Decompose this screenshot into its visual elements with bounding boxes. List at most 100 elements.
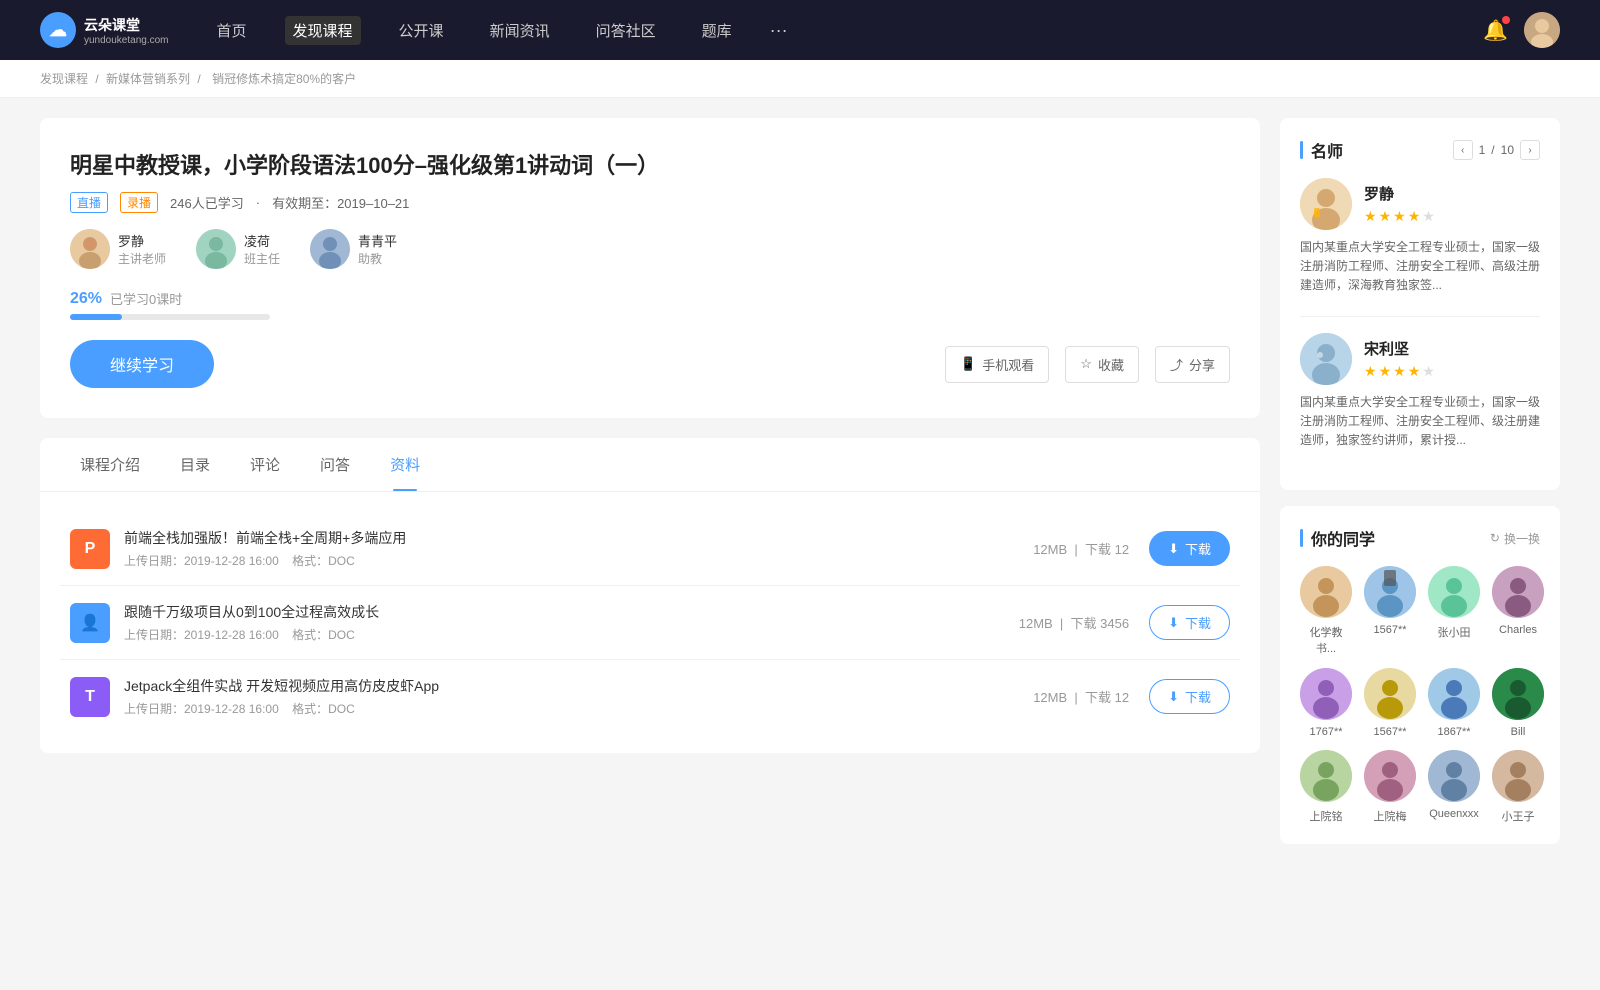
logo[interactable]: ☁ 云朵课堂 yundouketang.com <box>40 12 169 48</box>
teacher-2-info: 凌荷 班主任 <box>244 231 280 267</box>
download-button-2[interactable]: ⬇ 下载 <box>1149 605 1230 640</box>
classmate-8-avatar <box>1492 668 1544 720</box>
classmate-5[interactable]: 1767** <box>1300 668 1352 738</box>
sidebar-teacher-1-info: 罗静 ★ ★ ★ ★ ★ <box>1364 183 1435 225</box>
user-avatar[interactable] <box>1524 12 1560 48</box>
teacher-1-info: 罗静 主讲老师 <box>118 231 166 267</box>
tabs-body: P 前端全栈加强版！前端全栈+全周期+多端应用 上传日期：2019-12-28 … <box>40 492 1260 753</box>
classmates-card: 你的同学 ↻ 换一换 化学教书... <box>1280 506 1560 844</box>
classmate-4-name: Charles <box>1499 624 1537 636</box>
download-button-1[interactable]: ⬇ 下载 <box>1149 531 1230 566</box>
student-count: 246人已学习 <box>170 193 244 212</box>
classmate-8[interactable]: Bill <box>1492 668 1544 738</box>
nav-qa[interactable]: 问答社区 <box>588 16 664 45</box>
course-title: 明星中教授课，小学阶段语法100分–强化级第1讲动词（一） <box>70 148 1230 180</box>
resource-item-3: T Jetpack全组件实战 开发短视频应用高仿皮皮虾App 上传日期：2019… <box>60 660 1240 733</box>
teacher-1: 罗静 主讲老师 <box>70 229 166 269</box>
refresh-button[interactable]: ↻ 换一换 <box>1490 530 1540 547</box>
classmate-4[interactable]: Charles <box>1492 566 1544 656</box>
nav-open[interactable]: 公开课 <box>391 16 452 45</box>
nav-news[interactable]: 新闻资讯 <box>482 16 558 45</box>
download-icon-3: ⬇ <box>1168 689 1179 705</box>
classmate-1[interactable]: 化学教书... <box>1300 566 1352 656</box>
page-prev-button[interactable]: ‹ <box>1453 140 1473 160</box>
sidebar-teacher-1-name: 罗静 <box>1364 183 1435 204</box>
tab-resource[interactable]: 资料 <box>370 438 440 491</box>
progress-bar-fill <box>70 314 122 320</box>
teacher-3-role: 助教 <box>358 250 397 267</box>
classmates-refresh: ↻ 换一换 <box>1490 530 1540 547</box>
nav-discover[interactable]: 发现课程 <box>285 16 361 45</box>
share-icon: ⤴ <box>1170 355 1183 374</box>
bell-icon[interactable]: 🔔 <box>1483 18 1508 43</box>
mobile-view-button[interactable]: 📱 手机观看 <box>945 346 1049 383</box>
teacher-1-name: 罗静 <box>118 231 166 250</box>
resource-info-2: 跟随千万级项目从0到100全过程高效成长 上传日期：2019-12-28 16:… <box>124 602 1019 643</box>
sidebar-teacher-2-info: 宋利坚 ★ ★ ★ ★ ★ <box>1364 338 1435 380</box>
classmate-12[interactable]: 小王子 <box>1492 750 1544 824</box>
nav-quiz[interactable]: 题库 <box>694 16 740 45</box>
logo-text: 云朵课堂 yundouketang.com <box>84 15 169 46</box>
resource-meta-2: 上传日期：2019-12-28 16:00 格式：DOC <box>124 626 1019 643</box>
resource-icon-3: T <box>70 677 110 717</box>
course-meta: 直播 录播 246人已学习 · 有效期至：2019–10–21 <box>70 192 1230 213</box>
collect-button[interactable]: ☆ 收藏 <box>1065 346 1139 383</box>
download-icon-2: ⬇ <box>1168 615 1179 631</box>
tab-qa[interactable]: 问答 <box>300 438 370 491</box>
teacher-1-avatar <box>70 229 110 269</box>
download-button-3[interactable]: ⬇ 下载 <box>1149 679 1230 714</box>
classmate-11[interactable]: Queenxxx <box>1428 750 1480 824</box>
classmate-3-name: 张小田 <box>1438 624 1471 640</box>
nav-more[interactable]: ··· <box>770 20 788 41</box>
classmate-9-name: 上院铭 <box>1310 808 1343 824</box>
teachers-sidebar-card: 名师 ‹ 1 / 10 › <box>1280 118 1560 490</box>
tabs-card: 课程介绍 目录 评论 问答 资料 P 前端全栈加强版！前端全栈+全周期+多端应用… <box>40 438 1260 753</box>
progress-percent: 26% <box>70 290 102 308</box>
classmate-2[interactable]: 1567** <box>1364 566 1416 656</box>
badge-record: 录播 <box>120 192 158 213</box>
classmate-3-avatar <box>1428 566 1480 618</box>
teacher-3: 青青平 助教 <box>310 229 397 269</box>
teachers-sidebar-title: 名师 ‹ 1 / 10 › <box>1300 138 1540 162</box>
resource-title-3: Jetpack全组件实战 开发短视频应用高仿皮皮虾App <box>124 676 1033 696</box>
classmate-10-avatar <box>1364 750 1416 802</box>
sidebar-teacher-1-stars: ★ ★ ★ ★ ★ <box>1364 208 1435 225</box>
progress-note: 已学习0课时 <box>110 289 182 308</box>
classmate-4-avatar <box>1492 566 1544 618</box>
sidebar-teacher-2: 宋利坚 ★ ★ ★ ★ ★ 国内某重点大学安全工程专业硕士，国家一级注册消防工程… <box>1300 333 1540 451</box>
classmate-7[interactable]: 1867** <box>1428 668 1480 738</box>
classmates-grid: 化学教书... 1567** 张小田 <box>1300 566 1540 824</box>
teacher-3-info: 青青平 助教 <box>358 231 397 267</box>
tab-catalog[interactable]: 目录 <box>160 438 230 491</box>
classmate-6[interactable]: 1567** <box>1364 668 1416 738</box>
tab-comment[interactable]: 评论 <box>230 438 300 491</box>
classmate-5-name: 1767** <box>1309 726 1342 738</box>
nav-home[interactable]: 首页 <box>209 16 255 45</box>
breadcrumb: 发现课程 / 新媒体营销系列 / 销冠修炼术搞定80%的客户 <box>0 60 1600 98</box>
classmate-9[interactable]: 上院铭 <box>1300 750 1352 824</box>
resource-title-1: 前端全栈加强版！前端全栈+全周期+多端应用 <box>124 528 1033 548</box>
classmate-12-avatar <box>1492 750 1544 802</box>
navigation: ☁ 云朵课堂 yundouketang.com 首页 发现课程 公开课 新闻资讯… <box>0 0 1600 60</box>
classmate-3[interactable]: 张小田 <box>1428 566 1480 656</box>
continue-learning-button[interactable]: 继续学习 <box>70 340 214 388</box>
teacher-2-name: 凌荷 <box>244 231 280 250</box>
share-button[interactable]: ⤴ 分享 <box>1155 346 1230 383</box>
sidebar-teacher-2-name: 宋利坚 <box>1364 338 1435 359</box>
classmate-12-name: 小王子 <box>1502 808 1535 824</box>
resource-stats-1: 12MB | 下载 12 <box>1033 539 1129 558</box>
breadcrumb-link-2[interactable]: 新媒体营销系列 <box>106 72 190 86</box>
classmate-10[interactable]: 上院梅 <box>1364 750 1416 824</box>
classmate-7-name: 1867** <box>1437 726 1470 738</box>
teacher-2-avatar <box>196 229 236 269</box>
tab-intro[interactable]: 课程介绍 <box>60 438 160 491</box>
breadcrumb-link-1[interactable]: 发现课程 <box>40 72 88 86</box>
action-buttons: 📱 手机观看 ☆ 收藏 ⤴ 分享 <box>945 346 1230 383</box>
resource-meta-3: 上传日期：2019-12-28 16:00 格式：DOC <box>124 700 1033 717</box>
page-next-button[interactable]: › <box>1520 140 1540 160</box>
sidebar-teacher-2-desc: 国内某重点大学安全工程专业硕士，国家一级注册消防工程师、注册安全工程师、级注册建… <box>1300 393 1540 451</box>
resource-meta-1: 上传日期：2019-12-28 16:00 格式：DOC <box>124 552 1033 569</box>
resource-stats-3: 12MB | 下载 12 <box>1033 687 1129 706</box>
classmate-1-name: 化学教书... <box>1300 624 1352 656</box>
progress-section: 26% 已学习0课时 <box>70 289 1230 320</box>
